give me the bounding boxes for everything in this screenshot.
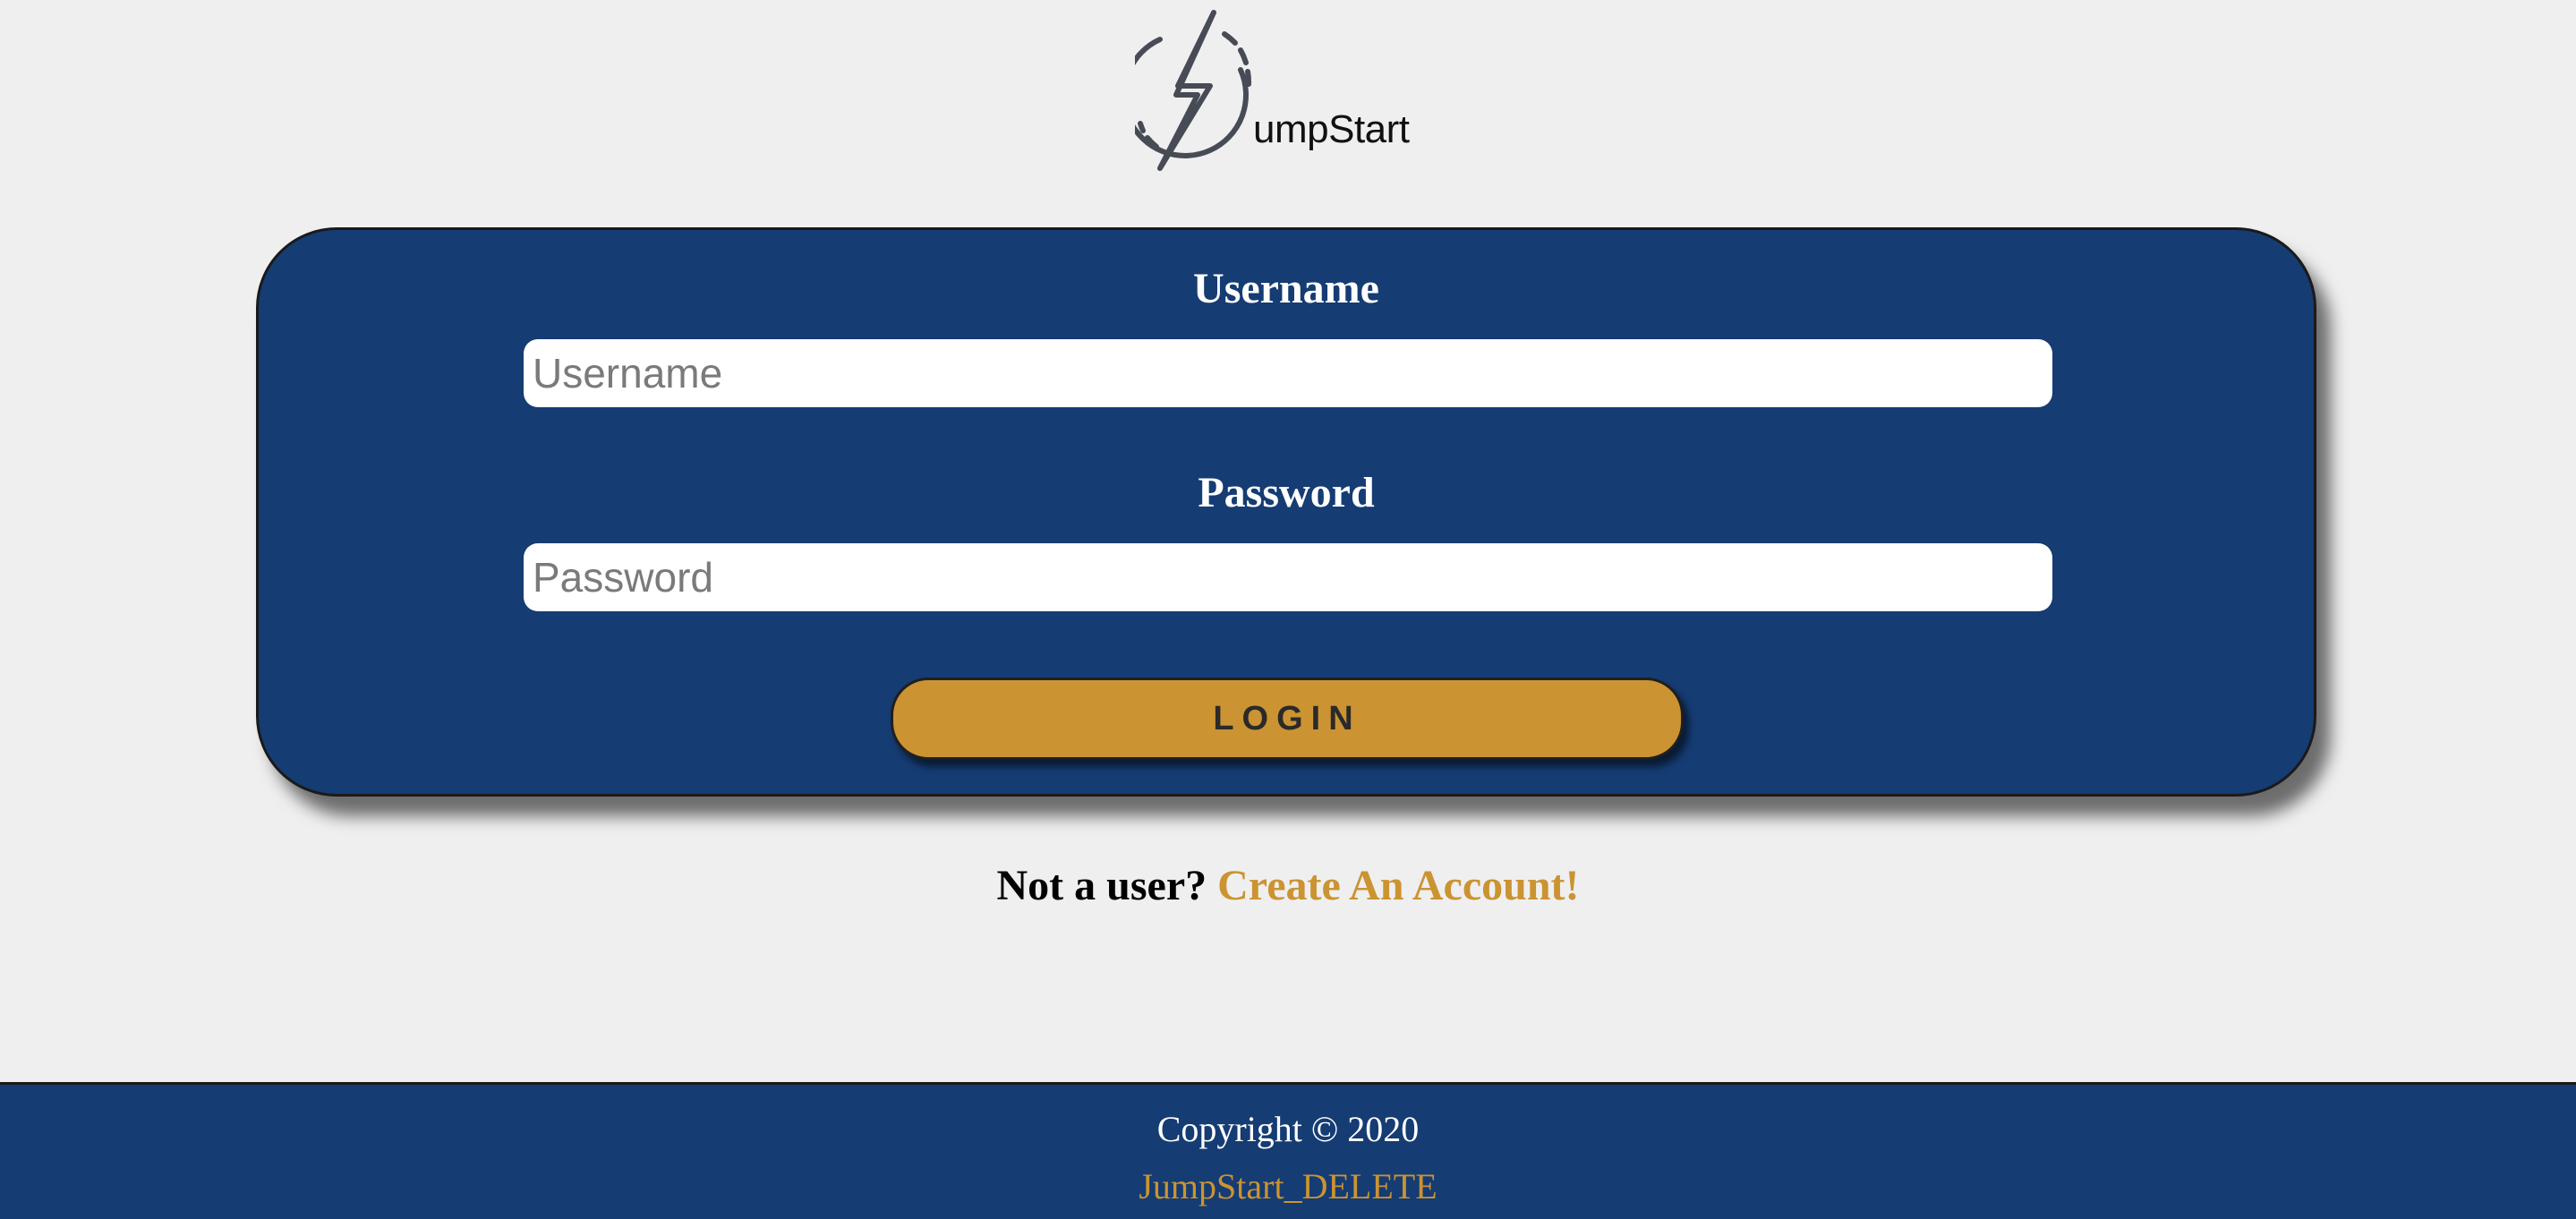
signup-prompt-text: Not a user? [996,862,1218,909]
create-account-link[interactable]: Create An Account! [1217,862,1579,909]
copyright-text: Copyright © 2020 [1156,1109,1420,1149]
footer: Copyright © 2020 JumpStart_DELETE [0,1082,2576,1219]
signup-prompt: Not a user? Create An Account! [0,861,2576,910]
login-page: umpStart Username Password LOGIN Not a u… [0,0,2576,1219]
password-input[interactable] [524,543,2052,611]
username-input[interactable] [524,339,2052,407]
logo-text: umpStart [1253,107,1410,151]
password-label: Password [1198,469,1375,516]
footer-link[interactable]: JumpStart_DELETE [0,1165,2576,1207]
lightning-bolt-circle-icon [1135,10,1252,171]
login-button[interactable]: LOGIN [891,678,1684,760]
login-card: Username Password LOGIN [256,227,2316,797]
username-label: Username [1193,265,1379,312]
jumpstart-logo[interactable]: umpStart [1135,7,1412,177]
